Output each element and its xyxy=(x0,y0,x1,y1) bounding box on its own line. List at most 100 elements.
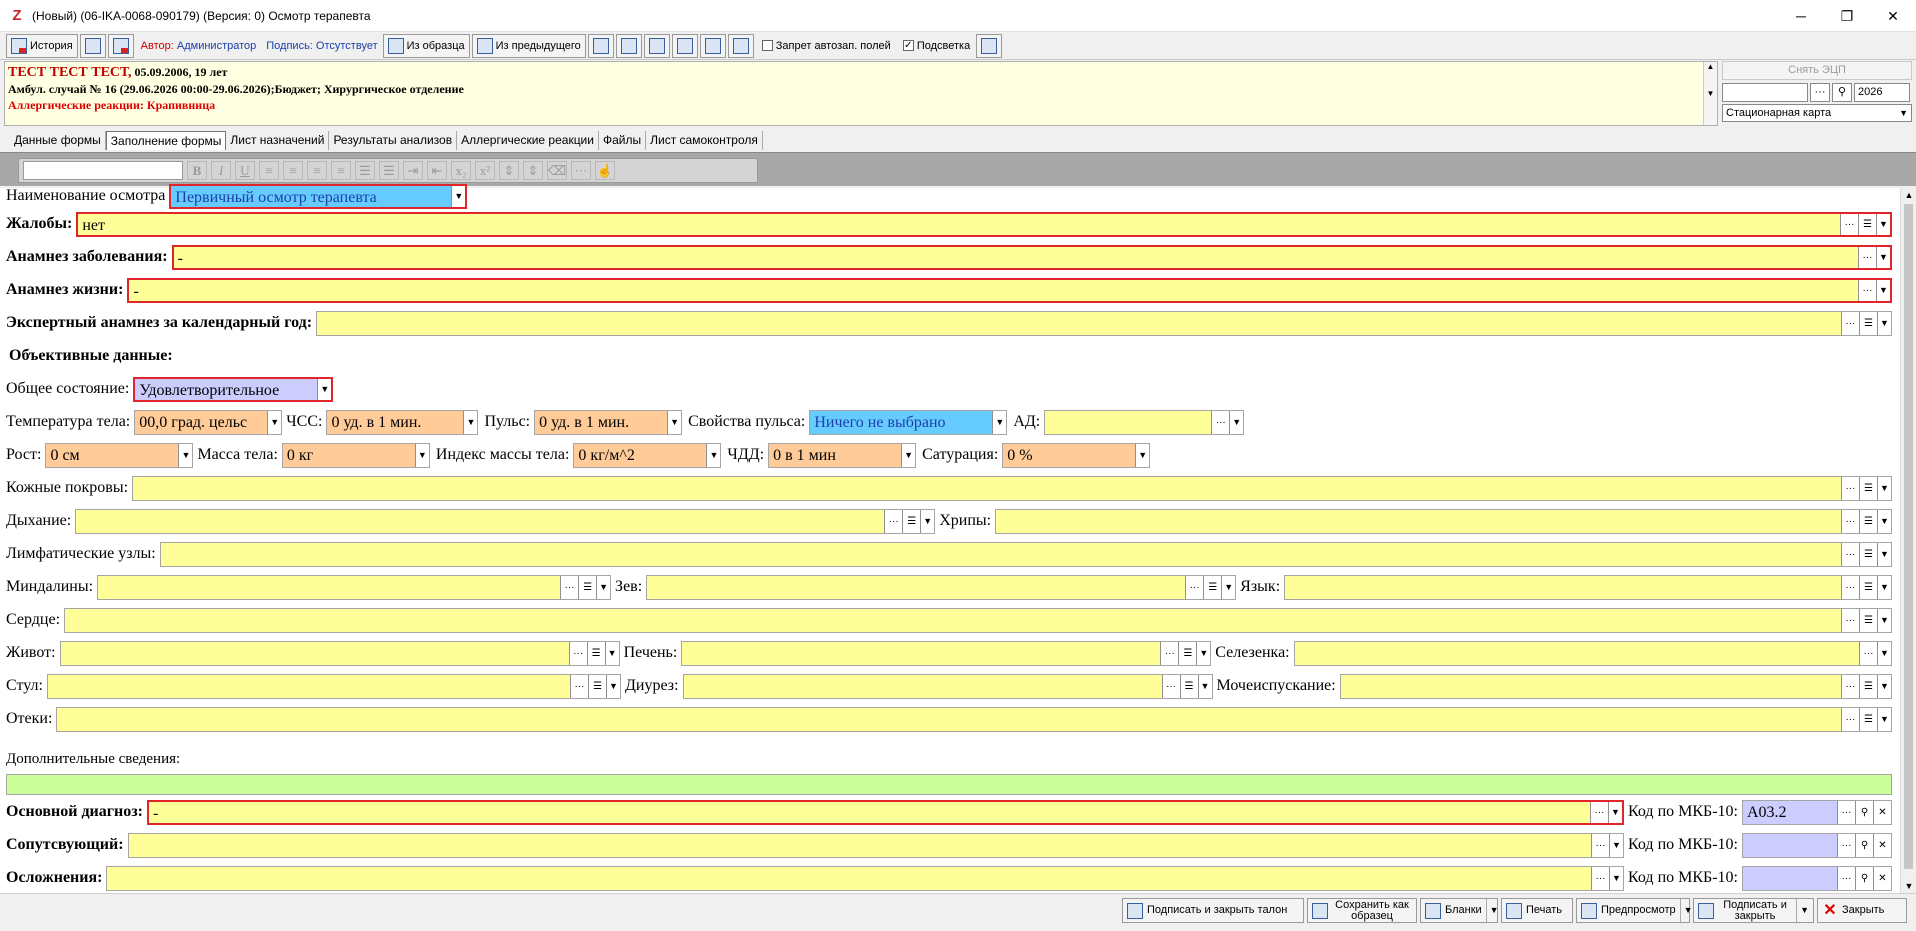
chevron-down-icon[interactable]: ▼ xyxy=(1196,641,1211,665)
chevron-down-icon[interactable]: ▼ xyxy=(596,575,611,599)
indent-icon[interactable]: ⇥ xyxy=(403,161,423,180)
weight-field[interactable]: 0 кг ▼ xyxy=(281,442,430,468)
chevron-down-icon[interactable]: ▼ xyxy=(178,443,193,467)
temp-field[interactable]: 00,0 град. цельс ▼ xyxy=(134,409,283,435)
underline-icon[interactable]: U xyxy=(235,161,255,180)
complications-field[interactable]: ··· ▼ xyxy=(106,865,1625,891)
tonsils-field[interactable]: ··· ☰ ▼ xyxy=(97,574,612,600)
remove-sign-button[interactable]: Снять ЭЦП xyxy=(1722,61,1912,80)
scroll-thumb[interactable] xyxy=(1904,204,1913,869)
tab-form-data[interactable]: Данные формы xyxy=(10,131,106,150)
edema-field[interactable]: ··· ☰ ▼ xyxy=(56,706,1892,732)
more-icon[interactable]: ··· xyxy=(1591,833,1610,857)
more-icon[interactable]: ··· xyxy=(1841,476,1859,500)
skin-field[interactable]: ··· ☰ ▼ xyxy=(132,475,1892,501)
sign-and-close-button[interactable]: Подписать и закрыть ▼ xyxy=(1693,898,1814,923)
list-icon[interactable]: ☰ xyxy=(1203,575,1222,599)
general-state-select[interactable]: Удовлетворительное ▼ xyxy=(133,376,334,402)
chevron-down-icon[interactable]: ▼ xyxy=(992,410,1007,434)
list-icon[interactable]: ☰ xyxy=(1859,311,1877,335)
number-list-icon[interactable]: ☰ xyxy=(379,161,399,180)
chevron-down-icon[interactable]: ▼ xyxy=(1229,410,1244,434)
more-icon[interactable]: ··· xyxy=(1859,641,1877,665)
scroll-down-icon[interactable]: ▼ xyxy=(1901,881,1916,891)
pharynx-field[interactable]: ··· ☰ ▼ xyxy=(646,574,1237,600)
list-icon[interactable]: ☰ xyxy=(1859,509,1877,533)
list-icon[interactable]: ☰ xyxy=(1858,213,1876,235)
bold-icon[interactable]: B xyxy=(187,161,207,180)
hand-icon[interactable]: ☝ xyxy=(595,161,615,180)
tab-allergies[interactable]: Аллергические реакции xyxy=(457,131,599,150)
chevron-down-icon[interactable]: ▼ xyxy=(1877,674,1891,698)
chevron-down-icon[interactable]: ▼ xyxy=(1796,899,1809,922)
tab-analysis-results[interactable]: Результаты анализов xyxy=(329,131,458,150)
more-icon[interactable]: ··· xyxy=(1837,833,1855,857)
main-diag-field[interactable]: - ··· ▼ xyxy=(147,799,1625,825)
chevron-down-icon[interactable]: ▼ xyxy=(1877,641,1891,665)
chevron-down-icon[interactable]: ▼ xyxy=(1609,866,1624,890)
chevron-down-icon[interactable]: ▼ xyxy=(451,185,466,207)
lymph-field[interactable]: ··· ☰ ▼ xyxy=(159,541,1892,567)
sign-close-ticket-button[interactable]: Подписать и закрыть талон xyxy=(1122,898,1304,923)
chevron-down-icon[interactable]: ▼ xyxy=(920,509,935,533)
additional-field[interactable] xyxy=(6,774,1892,795)
pulse-props-select[interactable]: Ничего не выбрано ▼ xyxy=(809,409,1008,435)
more-icon[interactable]: ··· xyxy=(1858,279,1876,301)
more-icon[interactable]: ··· xyxy=(884,509,903,533)
more-icon[interactable]: ··· xyxy=(1211,410,1230,434)
clear-icon[interactable]: ✕ xyxy=(1873,800,1891,824)
more-icon[interactable]: ··· xyxy=(1161,674,1180,698)
more-icon[interactable]: ··· xyxy=(1840,213,1858,235)
list-icon[interactable]: ☰ xyxy=(1179,674,1198,698)
edit-doc-button[interactable] xyxy=(79,33,106,58)
highlight-checkbox[interactable]: ✓ Подсветка xyxy=(902,40,970,52)
line-spacing-icon[interactable]: ⇕ xyxy=(499,161,519,180)
scroll-up-icon[interactable]: ▲ xyxy=(1901,190,1916,200)
list-icon[interactable]: ☰ xyxy=(1859,476,1877,500)
icd-complications-field[interactable]: ··· ⚲ ✕ xyxy=(1742,865,1892,891)
list-icon[interactable]: ☰ xyxy=(1178,641,1197,665)
refresh-button[interactable] xyxy=(587,33,614,58)
from-previous-button[interactable]: Из предыдущего xyxy=(471,33,586,58)
heart-field[interactable]: ··· ☰ ▼ xyxy=(64,607,1892,633)
hand-button[interactable] xyxy=(615,33,642,58)
abdomen-field[interactable]: ··· ☰ ▼ xyxy=(59,640,620,666)
more-icon[interactable]: ··· xyxy=(1841,509,1859,533)
height-field[interactable]: 0 см ▼ xyxy=(45,442,194,468)
brush-button[interactable] xyxy=(699,33,726,58)
close-window-button[interactable]: ✕ xyxy=(1870,0,1916,32)
breathing-field[interactable]: ··· ☰ ▼ xyxy=(75,508,936,534)
more-button[interactable]: ··· xyxy=(1810,83,1830,102)
chevron-down-icon[interactable]: ▼ xyxy=(317,378,332,400)
year-input[interactable]: 2026 xyxy=(1854,83,1910,102)
tab-prescriptions[interactable]: Лист назначений xyxy=(226,131,330,150)
more-icon[interactable]: ··· xyxy=(1837,800,1855,824)
chevron-down-icon[interactable]: ▼ xyxy=(1877,509,1891,533)
preview-button[interactable]: Предпросмотр ▼ xyxy=(1576,898,1693,923)
chevron-down-icon[interactable]: ▼ xyxy=(267,410,282,434)
tab-files[interactable]: Файлы xyxy=(599,131,647,150)
stool-field[interactable]: ··· ☰ ▼ xyxy=(46,673,621,699)
more-icon[interactable]: ··· xyxy=(1841,311,1859,335)
tab-form-fill[interactable]: Заполнение формы xyxy=(105,131,227,150)
more-icon[interactable]: ··· xyxy=(1841,542,1859,566)
more-icon[interactable]: ··· xyxy=(560,575,579,599)
urination-field[interactable]: ··· ☰ ▼ xyxy=(1339,673,1892,699)
chevron-down-icon[interactable]: ▼ xyxy=(1609,833,1624,857)
help-button[interactable] xyxy=(727,33,754,58)
outdent-icon[interactable]: ⇤ xyxy=(427,161,447,180)
chevron-down-icon[interactable]: ▼ xyxy=(706,443,721,467)
more-icon[interactable]: ··· xyxy=(1837,866,1855,890)
justify-icon[interactable]: ≡ xyxy=(331,161,351,180)
search-icon[interactable]: ⚲ xyxy=(1855,800,1873,824)
more-icon[interactable]: ··· xyxy=(571,161,591,180)
more-icon[interactable]: ··· xyxy=(568,641,587,665)
search-icon[interactable]: ⚲ xyxy=(1832,83,1852,102)
more-icon[interactable]: ··· xyxy=(1160,641,1179,665)
bullet-list-icon[interactable]: ☰ xyxy=(355,161,375,180)
search-icon[interactable]: ⚲ xyxy=(1855,866,1873,890)
list-icon[interactable]: ☰ xyxy=(1859,575,1877,599)
clear-icon[interactable]: ✕ xyxy=(1873,866,1891,890)
chevron-down-icon[interactable]: ▼ xyxy=(463,410,478,434)
chevron-down-icon[interactable]: ▼ xyxy=(604,641,619,665)
